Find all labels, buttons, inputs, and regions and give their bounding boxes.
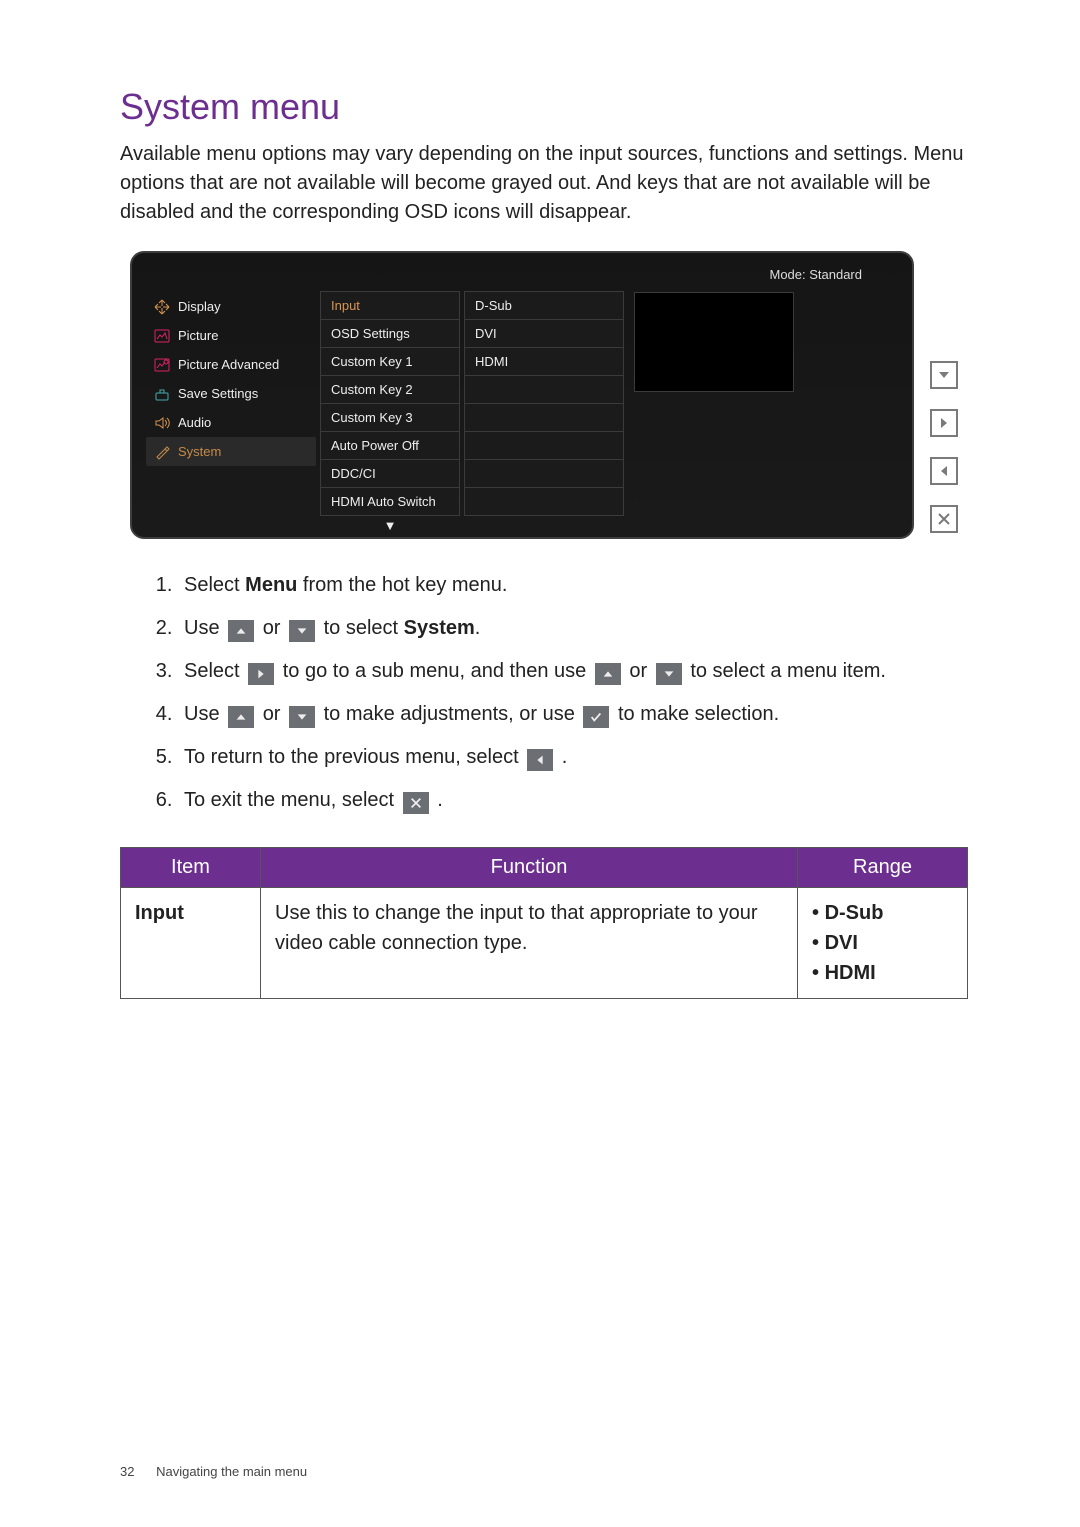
osd-nav-label: Display: [178, 299, 221, 314]
left-button[interactable]: [930, 457, 958, 485]
osd-value-column: D-Sub DVI HDMI: [464, 292, 624, 533]
page-number: 32: [120, 1464, 134, 1479]
osd-nav-label: System: [178, 444, 221, 459]
osd-value-item: [464, 403, 624, 432]
td-item: Input: [121, 888, 261, 999]
picture-advanced-icon: [154, 357, 170, 373]
step-5: To return to the previous menu, select .: [178, 739, 968, 776]
page-title: System menu: [120, 86, 968, 128]
close-icon: [403, 792, 429, 814]
step-1: Select Menu from the hot key menu.: [178, 567, 968, 604]
table-row: Input Use this to change the input to th…: [121, 888, 968, 999]
step-6: To exit the menu, select .: [178, 782, 968, 819]
osd-sub-item[interactable]: OSD Settings: [320, 319, 460, 348]
system-icon: [154, 444, 170, 460]
page-footer: 32 Navigating the main menu: [120, 1464, 307, 1479]
th-range: Range: [798, 848, 968, 888]
osd-sub-item[interactable]: HDMI Auto Switch: [320, 487, 460, 516]
osd-value-item: [464, 431, 624, 460]
close-button[interactable]: [930, 505, 958, 533]
right-button[interactable]: [930, 409, 958, 437]
osd-mode-label: Mode: Standard: [146, 263, 898, 292]
osd-nav-save-settings[interactable]: Save Settings: [146, 379, 316, 408]
osd-sub-item[interactable]: Custom Key 3: [320, 403, 460, 432]
osd-value-item[interactable]: DVI: [464, 319, 624, 348]
osd-panel: Mode: Standard Display Picture Picture A…: [130, 251, 914, 539]
osd-preview-box: [634, 292, 794, 392]
osd-value-item: [464, 375, 624, 404]
osd-nav-label: Picture Advanced: [178, 357, 279, 372]
up-icon: [228, 706, 254, 728]
osd-sub-item[interactable]: Custom Key 2: [320, 375, 460, 404]
osd-value-item[interactable]: HDMI: [464, 347, 624, 376]
osd-preview-column: [628, 292, 898, 533]
up-icon: [228, 620, 254, 642]
osd-nav-audio[interactable]: Audio: [146, 408, 316, 437]
intro-text: Available menu options may vary dependin…: [120, 140, 968, 227]
td-range: • D-Sub • DVI • HDMI: [798, 888, 968, 999]
osd-side-buttons: [930, 251, 958, 533]
audio-icon: [154, 415, 170, 431]
osd-nav-label: Save Settings: [178, 386, 258, 401]
osd-scroll-hint-icon: ▼: [320, 516, 460, 533]
display-icon: [154, 299, 170, 315]
th-function: Function: [261, 848, 798, 888]
osd-nav-label: Audio: [178, 415, 211, 430]
up-icon: [595, 663, 621, 685]
osd-nav-column: Display Picture Picture Advanced Save Se…: [146, 292, 316, 533]
step-2: Use or to select System.: [178, 610, 968, 647]
osd-sub-item[interactable]: Input: [320, 291, 460, 320]
th-item: Item: [121, 848, 261, 888]
td-function: Use this to change the input to that app…: [261, 888, 798, 999]
osd-value-item: [464, 459, 624, 488]
osd-nav-system[interactable]: System: [146, 437, 316, 466]
down-icon: [289, 706, 315, 728]
footer-section: Navigating the main menu: [156, 1464, 307, 1479]
left-icon: [527, 749, 553, 771]
osd-nav-picture[interactable]: Picture: [146, 321, 316, 350]
picture-icon: [154, 328, 170, 344]
save-icon: [154, 386, 170, 402]
instruction-list: Select Menu from the hot key menu. Use o…: [178, 567, 968, 819]
osd-nav-picture-advanced[interactable]: Picture Advanced: [146, 350, 316, 379]
osd-sub-item[interactable]: Auto Power Off: [320, 431, 460, 460]
down-icon: [289, 620, 315, 642]
down-button[interactable]: [930, 361, 958, 389]
down-icon: [656, 663, 682, 685]
check-icon: [583, 706, 609, 728]
osd-sub-column: Input OSD Settings Custom Key 1 Custom K…: [320, 292, 460, 533]
osd-sub-item[interactable]: Custom Key 1: [320, 347, 460, 376]
step-3: Select to go to a sub menu, and then use…: [178, 653, 968, 690]
osd-sub-item[interactable]: DDC/CI: [320, 459, 460, 488]
osd-nav-label: Picture: [178, 328, 218, 343]
osd-nav-display[interactable]: Display: [146, 292, 316, 321]
osd-value-item[interactable]: D-Sub: [464, 291, 624, 320]
right-icon: [248, 663, 274, 685]
step-4: Use or to make adjustments, or use to ma…: [178, 696, 968, 733]
osd-value-item: [464, 487, 624, 516]
description-table: Item Function Range Input Use this to ch…: [120, 847, 968, 999]
osd-figure: Mode: Standard Display Picture Picture A…: [130, 251, 958, 539]
